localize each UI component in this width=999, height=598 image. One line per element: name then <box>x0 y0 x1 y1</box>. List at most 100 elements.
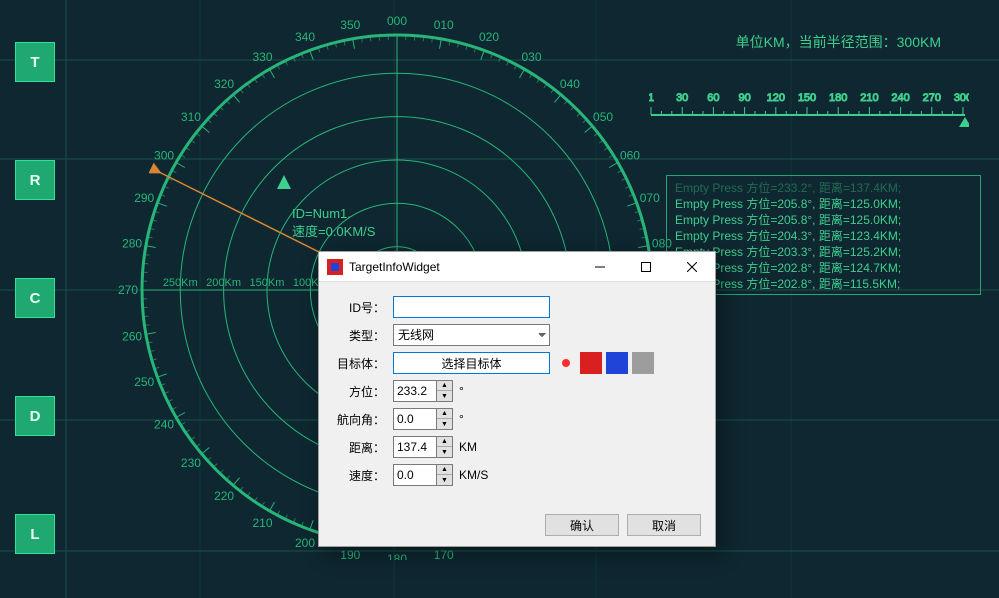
button-d[interactable]: D <box>15 396 55 436</box>
maximize-button[interactable] <box>623 252 669 282</box>
left-toolbar: T R C D L <box>15 42 55 554</box>
svg-text:280: 280 <box>122 236 142 250</box>
label-speed: 速度： <box>333 467 385 484</box>
svg-text:200Km: 200Km <box>206 277 241 289</box>
dialog-title: TargetInfoWidget <box>349 260 577 274</box>
maximize-icon <box>641 262 651 272</box>
svg-text:010: 010 <box>434 18 454 32</box>
id-input[interactable] <box>393 296 550 318</box>
heading-down[interactable]: ▼ <box>437 419 452 429</box>
svg-text:90: 90 <box>738 92 750 104</box>
svg-text:260: 260 <box>122 330 142 344</box>
distance-input[interactable] <box>393 436 437 458</box>
speed-up[interactable]: ▲ <box>437 465 452 475</box>
svg-text:310: 310 <box>181 110 201 124</box>
button-c[interactable]: C <box>15 278 55 318</box>
ok-button[interactable]: 确认 <box>545 514 619 536</box>
color-swatch-blue[interactable] <box>606 352 628 374</box>
svg-text:020: 020 <box>479 30 499 44</box>
cancel-button[interactable]: 取消 <box>627 514 701 536</box>
button-l[interactable]: L <box>15 514 55 554</box>
speed-down[interactable]: ▼ <box>437 475 452 485</box>
svg-text:250Km: 250Km <box>163 277 198 289</box>
svg-text:340: 340 <box>295 30 315 44</box>
svg-text:240: 240 <box>154 418 174 432</box>
svg-text:330: 330 <box>252 50 272 64</box>
svg-text:220: 220 <box>214 489 234 503</box>
range-ruler[interactable]: 1 30 60 90 120 150 180 210 240 270 300 <box>649 85 969 135</box>
heading-up[interactable]: ▲ <box>437 409 452 419</box>
svg-text:190: 190 <box>340 548 360 560</box>
target-marker-icon <box>274 173 294 193</box>
label-id: ID号： <box>333 299 385 316</box>
svg-text:050: 050 <box>593 110 613 124</box>
target-info-dialog: TargetInfoWidget ID号： 类型： 无线网 目标体： 选择目标体… <box>318 251 716 547</box>
svg-text:150: 150 <box>798 92 816 104</box>
svg-text:300: 300 <box>954 92 969 104</box>
svg-text:180: 180 <box>829 92 847 104</box>
button-r[interactable]: R <box>15 160 55 200</box>
label-bearing: 方位： <box>333 383 385 400</box>
bearing-up[interactable]: ▲ <box>437 381 452 391</box>
unit-label: 单位KM，当前半径范围：300KM <box>736 32 941 52</box>
color-swatch-red[interactable] <box>580 352 602 374</box>
svg-text:180: 180 <box>387 552 407 560</box>
label-target-body: 目标体： <box>333 355 385 372</box>
svg-text:000: 000 <box>387 14 407 28</box>
unit-degree: ° <box>459 384 464 398</box>
label-type: 类型： <box>333 327 385 344</box>
unit-degree: ° <box>459 412 464 426</box>
button-t[interactable]: T <box>15 42 55 82</box>
bearing-input[interactable] <box>393 380 437 402</box>
svg-text:210: 210 <box>860 92 878 104</box>
svg-text:30: 30 <box>676 92 688 104</box>
log-row: Empty Press 方位=202.8°, 距离=115.5KM; <box>675 276 972 292</box>
type-select[interactable]: 无线网 <box>393 324 550 346</box>
label-distance: 距离： <box>333 439 385 456</box>
distance-down[interactable]: ▼ <box>437 447 452 457</box>
svg-text:210: 210 <box>252 516 272 530</box>
unit-kms: KM/S <box>459 468 488 482</box>
log-row: Empty Press 方位=203.3°, 距离=125.2KM; <box>675 244 972 260</box>
svg-text:60: 60 <box>707 92 719 104</box>
status-dot-icon <box>562 359 570 367</box>
svg-text:1: 1 <box>649 92 654 104</box>
svg-text:270: 270 <box>923 92 941 104</box>
svg-text:300: 300 <box>154 149 174 163</box>
svg-text:030: 030 <box>521 50 541 64</box>
heading-input[interactable] <box>393 408 437 430</box>
distance-up[interactable]: ▲ <box>437 437 452 447</box>
unit-km: KM <box>459 440 477 454</box>
svg-text:350: 350 <box>340 18 360 32</box>
app-icon <box>327 259 343 275</box>
svg-text:270: 270 <box>118 283 138 297</box>
svg-text:200: 200 <box>295 536 315 550</box>
svg-text:060: 060 <box>620 149 640 163</box>
svg-text:250: 250 <box>134 375 154 389</box>
target-id: ID=Num1. <box>292 206 375 221</box>
svg-text:150Km: 150Km <box>250 277 285 289</box>
svg-text:240: 240 <box>891 92 909 104</box>
speed-input[interactable] <box>393 464 437 486</box>
minimize-button[interactable] <box>577 252 623 282</box>
log-row: Empty Press 方位=233.2°, 距离=137.4KM; <box>675 180 972 196</box>
color-swatch-gray[interactable] <box>632 352 654 374</box>
svg-text:120: 120 <box>767 92 785 104</box>
log-row: Empty Press 方位=205.8°, 距离=125.0KM; <box>675 196 972 212</box>
label-heading: 航向角： <box>333 411 385 428</box>
svg-text:230: 230 <box>181 456 201 470</box>
svg-text:170: 170 <box>434 548 454 560</box>
minimize-icon <box>595 262 605 272</box>
titlebar[interactable]: TargetInfoWidget <box>319 252 715 282</box>
log-row: Empty Press 方位=202.8°, 距离=124.7KM; <box>675 260 972 276</box>
svg-text:320: 320 <box>214 77 234 91</box>
log-row: Empty Press 方位=204.3°, 距离=123.4KM; <box>675 228 972 244</box>
bearing-down[interactable]: ▼ <box>437 391 452 401</box>
svg-text:040: 040 <box>560 77 580 91</box>
close-icon <box>687 262 697 272</box>
select-target-button[interactable]: 选择目标体 <box>393 352 550 374</box>
target-speed: 速度=0.0KM/S <box>292 221 375 240</box>
svg-text:070: 070 <box>640 191 660 205</box>
close-button[interactable] <box>669 252 715 282</box>
log-row: Empty Press 方位=205.8°, 距离=125.0KM; <box>675 212 972 228</box>
